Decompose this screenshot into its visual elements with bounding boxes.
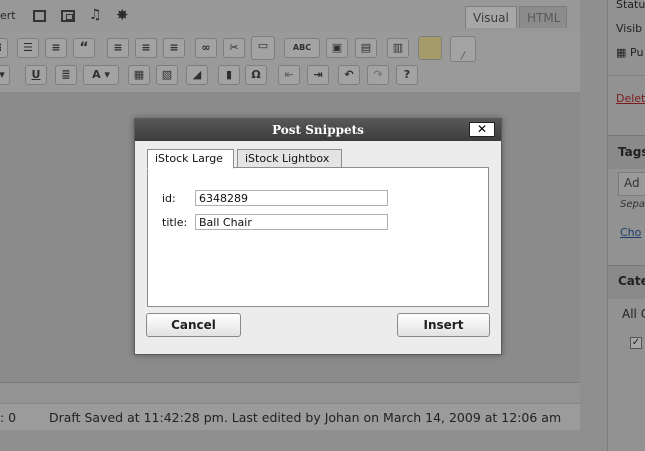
spellcheck-icon[interactable]: ABC bbox=[284, 38, 320, 58]
status-bar: : 0 Draft Saved at 11:42:28 pm. Last edi… bbox=[0, 403, 580, 430]
separate-hint: Sepa bbox=[620, 199, 645, 210]
paste-from-word-icon[interactable]: ▧ bbox=[156, 65, 178, 85]
title-input[interactable] bbox=[195, 214, 388, 230]
numbered-list-icon[interactable]: ≡ bbox=[45, 38, 67, 58]
insert-button[interactable]: Insert bbox=[397, 313, 490, 337]
fullscreen-icon[interactable]: ▣ bbox=[326, 38, 348, 58]
dialog-title: Post Snippets bbox=[135, 119, 501, 141]
post-snippets-dialog: Post Snippets ✕ iStock Large iStock Ligh… bbox=[134, 118, 502, 355]
add-audio-icon[interactable]: ♫ bbox=[89, 7, 102, 23]
align-center-icon[interactable]: ≡ bbox=[135, 38, 157, 58]
cancel-button[interactable]: Cancel bbox=[146, 313, 241, 337]
add-video-icon[interactable] bbox=[61, 10, 75, 22]
all-categories-tab[interactable]: All C bbox=[622, 307, 645, 321]
clear-format-icon[interactable]: ╱ bbox=[450, 36, 476, 62]
title-label: title: bbox=[162, 216, 188, 229]
insert-link-icon[interactable]: ∞ bbox=[195, 38, 217, 58]
paste-word-icon[interactable]: ▥ bbox=[387, 38, 409, 58]
tab-istock-lightbox[interactable]: iStock Lightbox bbox=[237, 149, 342, 167]
status-label: Statu bbox=[616, 0, 645, 11]
insert-label: ert bbox=[0, 9, 16, 22]
text-color-button[interactable]: A ▾ bbox=[83, 65, 119, 85]
align-right-icon[interactable]: ≡ bbox=[163, 38, 185, 58]
tab-istock-large[interactable]: iStock Large bbox=[147, 149, 234, 169]
add-image-icon[interactable] bbox=[33, 10, 46, 22]
publish-label: Pu bbox=[630, 46, 644, 59]
sticky-note-icon[interactable] bbox=[418, 36, 442, 60]
tags-title: Tags bbox=[618, 145, 645, 159]
tab-visual[interactable]: Visual bbox=[465, 6, 517, 28]
id-label: id: bbox=[162, 192, 176, 205]
close-icon: ✕ bbox=[476, 122, 488, 136]
tab-html[interactable]: HTML bbox=[519, 6, 567, 28]
kitchen-sink-icon[interactable]: ▤ bbox=[355, 38, 377, 58]
blockquote-icon[interactable]: “ bbox=[73, 38, 95, 58]
divider bbox=[608, 75, 645, 76]
justify-icon[interactable]: ≣ bbox=[55, 65, 77, 85]
outdent-icon[interactable]: ⇤ bbox=[278, 65, 300, 85]
omega-icon: Ω bbox=[251, 68, 261, 81]
draft-saved-text: Draft Saved at 11:42:28 pm. Last edited … bbox=[49, 410, 562, 425]
dropdown-partial-icon[interactable]: ▾ bbox=[0, 65, 10, 85]
editor-path-bar bbox=[0, 382, 580, 403]
underline-icon: U bbox=[31, 68, 41, 81]
word-count: : 0 bbox=[0, 410, 17, 425]
undo-icon[interactable]: ↶ bbox=[338, 65, 360, 85]
editor-header: ert ♫ ✸ Visual HTML bbox=[0, 0, 580, 32]
insert-more-icon[interactable]: ▭ bbox=[251, 36, 275, 60]
help-button[interactable]: ? bbox=[396, 65, 418, 85]
category-checkbox[interactable]: ✓ bbox=[630, 337, 642, 349]
text-color-icon: A bbox=[92, 68, 101, 81]
paste-text-icon[interactable]: ▦ bbox=[128, 65, 150, 85]
tags-input-placeholder: Ad bbox=[624, 176, 640, 190]
snippet-panel: id: title: bbox=[147, 167, 489, 307]
bullet-list-icon[interactable]: ☰ bbox=[17, 38, 39, 58]
delete-link[interactable]: Delet bbox=[616, 92, 645, 105]
calendar-icon: ▦ bbox=[616, 46, 627, 59]
insert-media-icon[interactable]: ▮ bbox=[218, 65, 240, 85]
indent-icon[interactable]: ⇥ bbox=[307, 65, 329, 85]
help-icon: ? bbox=[403, 68, 411, 81]
format-button-partial[interactable]: ⁝ bbox=[0, 38, 8, 58]
choose-tags-link[interactable]: Cho bbox=[620, 226, 641, 239]
editor-toolbar: ⁝ ☰ ≡ “ ≡ ≡ ≡ ∞ ✂ ▭ ABC ▣ ▤ ▥ ╱ ▾ U ≣ A … bbox=[0, 32, 580, 93]
redo-icon[interactable]: ↷ bbox=[367, 65, 389, 85]
special-char-button[interactable]: Ω bbox=[245, 65, 267, 85]
align-left-icon[interactable]: ≡ bbox=[107, 38, 129, 58]
id-input[interactable] bbox=[195, 190, 388, 206]
close-button[interactable]: ✕ bbox=[469, 122, 495, 137]
unlink-icon[interactable]: ✂ bbox=[223, 38, 245, 58]
underline-button[interactable]: U bbox=[25, 65, 47, 85]
right-sidebar: Statu Visib ▦ Pu Delet Tags Ad Sepa Cho … bbox=[607, 0, 645, 451]
add-media-icon[interactable]: ✸ bbox=[116, 6, 129, 24]
visibility-label: Visib bbox=[616, 22, 643, 35]
categories-title: Cate bbox=[618, 274, 645, 288]
remove-format-icon[interactable]: ◢ bbox=[186, 65, 208, 85]
